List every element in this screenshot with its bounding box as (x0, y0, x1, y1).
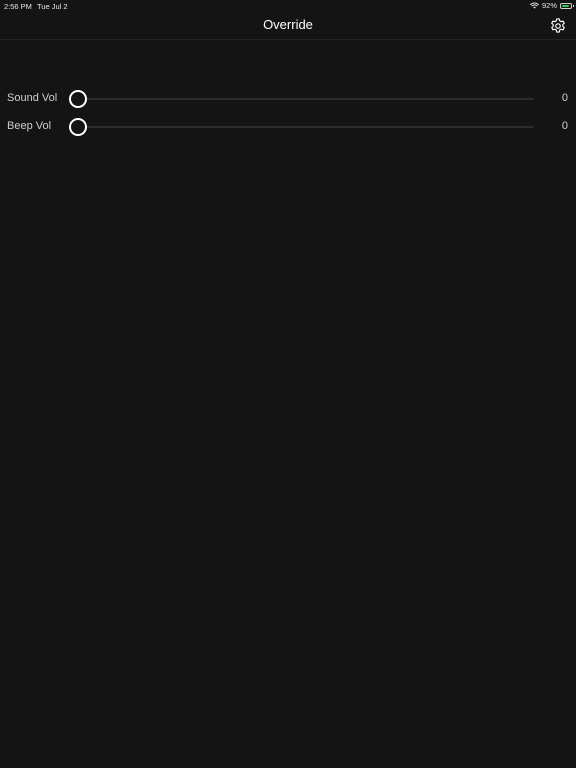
slider-track (70, 98, 534, 100)
settings-button[interactable] (549, 17, 567, 35)
status-date: Tue Jul 2 (37, 2, 68, 11)
sound-volume-label: Sound Vol (7, 92, 58, 104)
beep-volume-label: Beep Vol (7, 120, 52, 132)
status-bar: 2:56 PM Tue Jul 2 92% (0, 0, 576, 12)
battery-percent: 92% (541, 1, 557, 10)
page-title: Override (263, 17, 313, 32)
sound-volume-slider[interactable] (69, 89, 534, 109)
status-indicators: 92% (530, 1, 574, 10)
battery-fill (562, 4, 570, 7)
beep-volume-slider[interactable] (69, 117, 534, 137)
status-time: 2:56 PM (4, 2, 32, 11)
sound-volume-row: Sound Vol 0 (0, 89, 576, 109)
wifi-icon (530, 2, 539, 9)
slider-thumb[interactable] (69, 118, 87, 136)
app-screen: 2:56 PM Tue Jul 2 92% Override Sound Vol (0, 0, 576, 768)
slider-thumb[interactable] (69, 90, 87, 108)
gear-icon (551, 18, 565, 33)
slider-track (70, 126, 534, 128)
beep-volume-row: Beep Vol 0 (0, 117, 576, 137)
navigation-bar: Override (0, 12, 576, 40)
sound-volume-value: 0 (561, 92, 568, 104)
beep-volume-value: 0 (561, 120, 568, 132)
battery-icon (560, 2, 574, 9)
